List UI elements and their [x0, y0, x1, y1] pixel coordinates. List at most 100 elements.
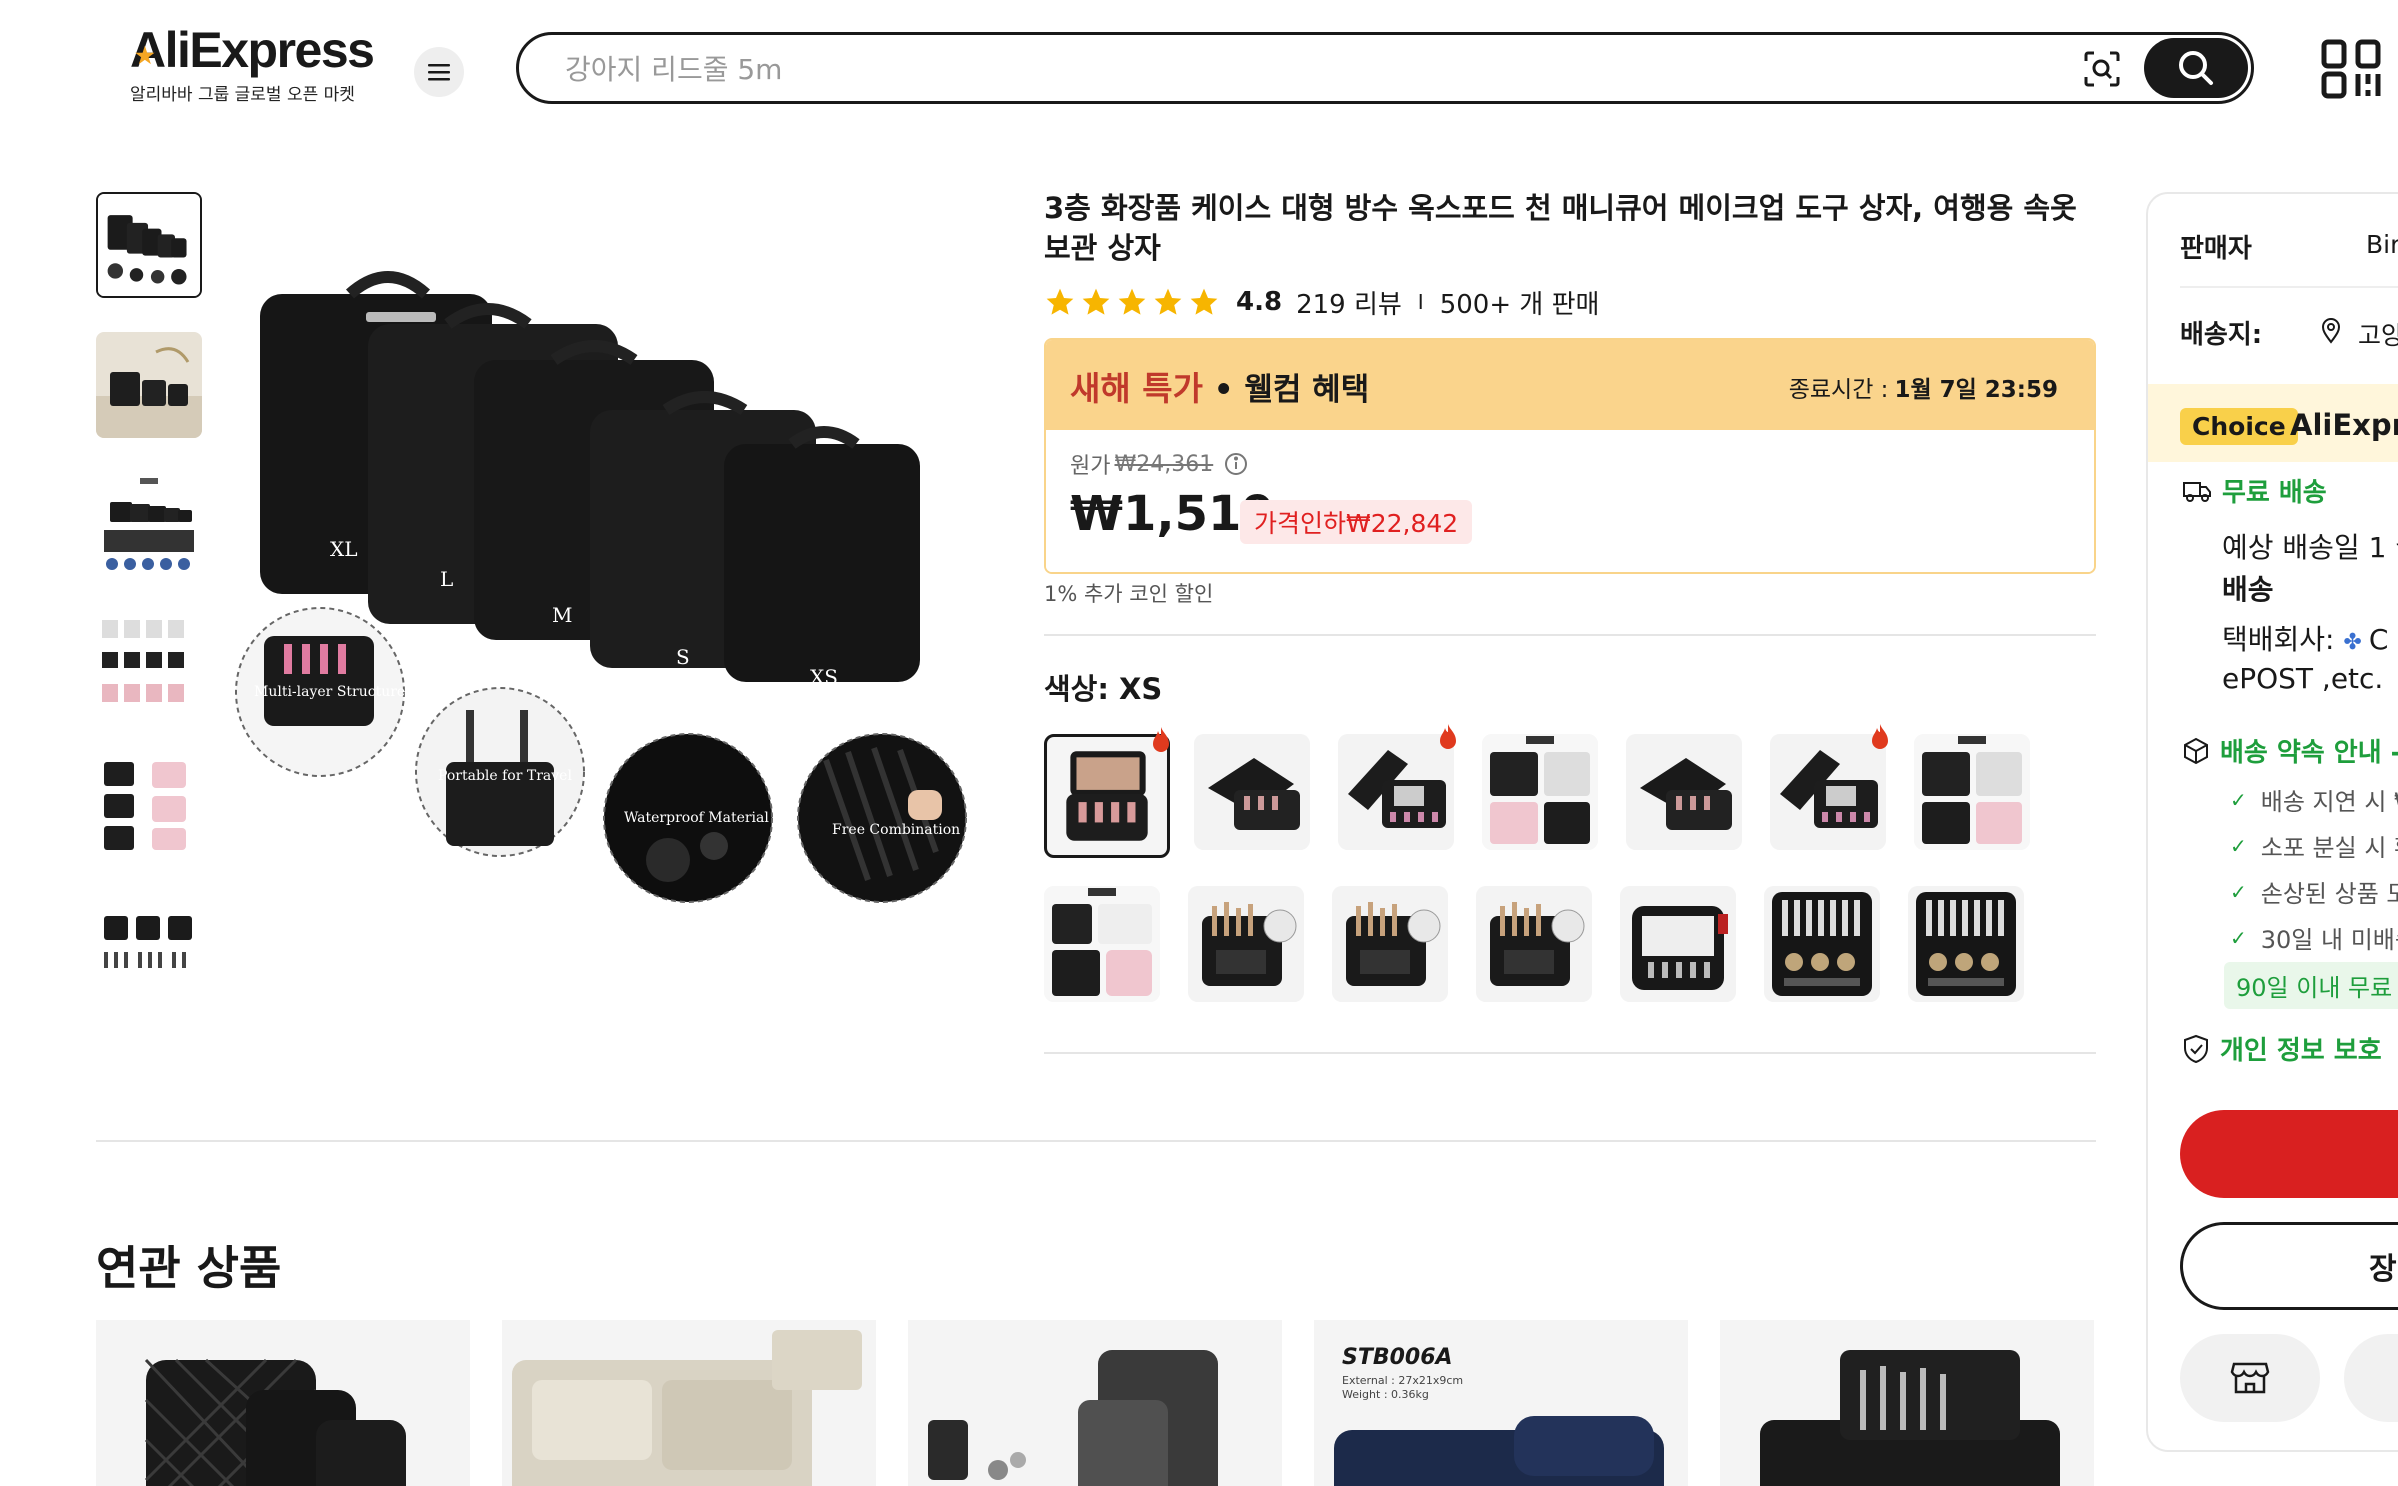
- deal-timer-label: 종료시간 :: [1788, 377, 1889, 403]
- size-label-m: M: [552, 603, 572, 627]
- related-card-model: STB006A: [1342, 1345, 1453, 1370]
- color-swatch[interactable]: [1914, 734, 2030, 850]
- color-swatch[interactable]: [1332, 886, 1448, 1002]
- swatch-image: [1908, 886, 2024, 1002]
- color-swatch[interactable]: [1626, 734, 1742, 850]
- size-label-xs: XS: [810, 665, 838, 689]
- color-swatch[interactable]: [1044, 727, 1170, 858]
- seller-label: 판매자: [2180, 234, 2252, 264]
- rating-row: 4.8 219 리뷰 I 500+ 개 판매: [1044, 282, 1599, 322]
- thumbnail-1[interactable]: [96, 192, 202, 298]
- promise-item: ✓손상된 상품 도착: [2230, 879, 2398, 909]
- ship-to-value[interactable]: 고양: [2358, 316, 2398, 352]
- color-swatch[interactable]: [1482, 734, 1598, 850]
- logo-tagline: 알리바바 그룹 글로벌 오픈 마켓: [130, 85, 355, 105]
- share-button[interactable]: [2344, 1334, 2398, 1422]
- color-swatch[interactable]: [1476, 886, 1592, 1002]
- color-swatch[interactable]: [1764, 886, 1880, 1002]
- star-icon: [1190, 288, 1218, 315]
- star-icon: [1082, 288, 1110, 315]
- product-title: 3층 화장품 케이스 대형 방수 옥스포드 천 매니큐어 메이크업 도구 상자,…: [1044, 191, 2077, 265]
- delivery-promise-row[interactable]: 배송 약속 안내 -: [2182, 732, 2398, 769]
- main-product-image[interactable]: XL L M S XS Multi-layer Structure Portab…: [228, 240, 988, 940]
- related-product-card[interactable]: STB006A External : 27x21x9cm Weight : 0.…: [1314, 1320, 1688, 1486]
- search-icon: [2179, 51, 2213, 85]
- free-shipping-row[interactable]: 무료 배송: [2182, 472, 2327, 509]
- color-swatch[interactable]: [1770, 724, 1888, 850]
- color-swatch-list: [1044, 724, 2104, 1002]
- choice-badge: Choice: [2180, 408, 2298, 445]
- related-product-card[interactable]: [1720, 1320, 2094, 1486]
- color-swatch[interactable]: [1338, 724, 1456, 850]
- thumbnail-2[interactable]: [96, 332, 202, 438]
- check-icon: ✓: [2230, 787, 2247, 812]
- promise-item: ✓배송 지연 시 ₩1: [2230, 787, 2398, 817]
- box-icon: [2184, 737, 2208, 764]
- purchase-panel: 판매자 Bir 배송지: 고양 Choice AliExpre 무료 배송 예상…: [2146, 192, 2398, 1452]
- review-count-link[interactable]: 219 리뷰: [1296, 284, 1402, 321]
- color-swatch[interactable]: [1908, 886, 2024, 1002]
- qr-code-icon: [2321, 39, 2381, 99]
- eta-line-2: 배송: [2222, 573, 2274, 606]
- divider: [2180, 286, 2398, 288]
- add-to-cart-button[interactable]: 장: [2180, 1222, 2398, 1310]
- swatch-image: [1332, 886, 1448, 1002]
- original-price-row: 원가 ₩24,361: [1070, 448, 1249, 480]
- deal-box: 새해 특가 • 웰컴 혜택 종료시간 :1월 7일 23:59 원가 ₩24,3…: [1044, 338, 2096, 574]
- seller-name-link[interactable]: Bir: [2366, 230, 2398, 259]
- thumbnail-3[interactable]: [96, 472, 202, 578]
- search-button[interactable]: [2144, 38, 2248, 98]
- divider: [96, 1140, 2096, 1142]
- discount-badge: 가격인하₩22,842: [1240, 500, 1473, 544]
- store-button[interactable]: [2180, 1334, 2320, 1422]
- thumbnail-5[interactable]: [96, 752, 202, 858]
- related-card-weight: Weight : 0.36kg: [1342, 1388, 1429, 1401]
- color-swatch[interactable]: [1044, 886, 1160, 1002]
- feature-label-multilayer: Multi-layer Structure: [254, 684, 405, 700]
- related-product-card[interactable]: [908, 1320, 1282, 1486]
- privacy-row[interactable]: 개인 정보 보호: [2182, 1030, 2382, 1067]
- courier-line-2: ePOST ,etc.: [2222, 662, 2384, 695]
- logo-text: AliExpress: [130, 22, 375, 78]
- divider: [1044, 634, 2096, 636]
- store-icon: [2230, 1362, 2270, 1394]
- hot-flame-icon: [1872, 724, 1888, 749]
- check-icon: ✓: [2230, 879, 2247, 904]
- menu-button[interactable]: [414, 47, 464, 97]
- related-product-card[interactable]: [502, 1320, 876, 1486]
- color-swatch[interactable]: [1194, 734, 1310, 850]
- buy-now-button[interactable]: [2180, 1110, 2398, 1198]
- star-icon: [1046, 288, 1074, 315]
- rating-stars[interactable]: [1044, 286, 1220, 318]
- location-pin-icon: [2321, 318, 2341, 344]
- info-icon[interactable]: [1223, 451, 1249, 477]
- swatch-image: [1620, 886, 1736, 1002]
- original-price: ₩24,361: [1114, 451, 1214, 477]
- related-products-row: STB006A External : 27x21x9cm Weight : 0.…: [96, 1320, 2094, 1486]
- thumbnail-6[interactable]: [96, 892, 202, 998]
- thumbnail-list: [96, 192, 204, 1032]
- menu-icon: [428, 64, 450, 81]
- deal-name: 새해 특가: [1070, 369, 1203, 408]
- promise-item: ✓30일 내 미배송: [2230, 925, 2398, 955]
- related-product-card[interactable]: [96, 1320, 470, 1486]
- qr-code-button[interactable]: [2320, 38, 2382, 100]
- size-label-s: S: [676, 645, 690, 669]
- search-input[interactable]: [565, 49, 1965, 89]
- feature-label-portable: Portable for Travel: [438, 768, 572, 784]
- image-search-button[interactable]: [2077, 45, 2127, 93]
- eta-line: 예상 배송일 1 월: [2222, 531, 2398, 564]
- courier-label: 택배회사:: [2222, 623, 2335, 656]
- search-bar: [516, 32, 2254, 104]
- rating-separator: I: [1417, 290, 1424, 314]
- thumbnail-4[interactable]: [96, 612, 202, 718]
- logo-star-icon: ★: [135, 43, 155, 68]
- color-swatch[interactable]: [1620, 886, 1736, 1002]
- hot-flame-icon: [1153, 727, 1169, 752]
- color-swatch[interactable]: [1188, 886, 1304, 1002]
- deal-header: 새해 특가 • 웰컴 혜택 종료시간 :1월 7일 23:59: [1046, 340, 2094, 430]
- star-icon: [1154, 288, 1182, 315]
- aliexpress-logo[interactable]: ★ AliExpress 알리바바 그룹 글로벌 오픈 마켓: [130, 22, 375, 105]
- courier-name: C: [2368, 623, 2389, 656]
- courier-row: 택배회사: ✤ C: [2222, 618, 2388, 658]
